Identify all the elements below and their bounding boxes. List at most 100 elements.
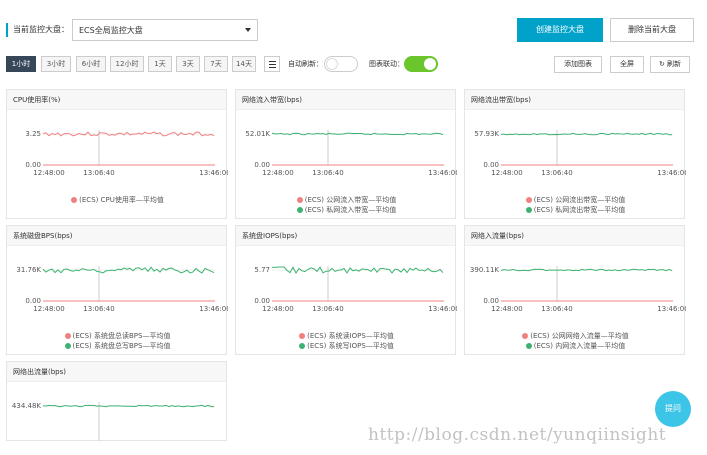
fullscreen-button[interactable]: 全屏 (610, 56, 644, 73)
x-tick-label: 13:06:40 (312, 169, 343, 177)
legend-label: (ECS) 私网流入带宽—平均值 (304, 206, 397, 214)
legend-dot-icon (296, 207, 303, 213)
line-chart: 57.93K 0.0012:48:00 13:06:40 13:46:00 (474, 130, 686, 177)
y-tick-zero: 0.00 (483, 297, 499, 305)
title-accent-bar (6, 23, 8, 37)
caret-down-icon (245, 28, 251, 32)
time-range-2[interactable]: 6小时 (76, 56, 106, 72)
legend-item[interactable]: (ECS) 系统读IOPS—平均值 (236, 331, 457, 341)
time-range-6[interactable]: 7天 (204, 56, 228, 72)
legend-item[interactable]: (ECS) 公网流入带宽—平均值 (236, 195, 457, 205)
chart-link-toggle[interactable] (404, 56, 438, 72)
legend-dot-icon (64, 333, 71, 339)
x-tick-label: 12:48:00 (33, 305, 64, 313)
legend-item[interactable]: (ECS) CPU使用率—平均值 (7, 195, 228, 205)
legend-label: (ECS) 内网流入流量—平均值 (533, 342, 626, 350)
line-chart: 31.76K 0.0012:48:00 13:06:40 13:46:00 (16, 266, 228, 313)
chart-legend: (ECS) 系统盘总读BPS—平均值 (ECS) 系统盘总写BPS—平均值 (7, 331, 228, 351)
legend-dot-icon (71, 197, 78, 203)
board-label: 当前监控大盘： (13, 25, 69, 34)
x-tick-label: 12:48:00 (491, 305, 522, 313)
chart-legend: (ECS) 公网流出带宽—平均值 (ECS) 私网流出带宽—平均值 (465, 195, 686, 215)
toggle-knob (326, 58, 338, 70)
y-tick-top: 390.11K (470, 266, 499, 274)
x-tick-label: 13:46:00 (657, 305, 686, 313)
line-chart: 3.25 0.0012:48:00 13:06:40 13:46:00 (25, 130, 228, 177)
refresh-button[interactable]: ↻ 刷新 (650, 56, 690, 73)
chart-legend: (ECS) 公网网络入流量—平均值 (ECS) 内网流入流量—平均值 (465, 331, 686, 351)
auto-refresh-label: 自动刷新： (288, 60, 323, 68)
time-range-1[interactable]: 3小时 (41, 56, 71, 72)
help-fab-button[interactable]: 提问 (655, 391, 691, 427)
legend-label: (ECS) 系统写IOPS—平均值 (307, 342, 394, 350)
add-chart-button[interactable]: 添加图表 (554, 56, 602, 73)
time-toolbar: 1小时 3小时 6小时 12小时 1天 3天 7天 14天 自动刷新： 图表联动： 添加图表 … (6, 56, 698, 74)
menu-icon[interactable] (264, 56, 280, 72)
y-tick-zero: 0.00 (483, 161, 499, 169)
legend-dot-icon (299, 333, 306, 339)
board-select-value: ECS全局监控大盘 (79, 26, 143, 35)
auto-refresh-toggle[interactable] (324, 56, 358, 72)
legend-item[interactable]: (ECS) 私网流出带宽—平均值 (465, 205, 686, 215)
legend-item[interactable]: (ECS) 系统写IOPS—平均值 (236, 341, 457, 351)
legend-dot-icon (525, 343, 532, 349)
x-tick-label: 12:48:00 (262, 305, 293, 313)
legend-label: (ECS) 公网流入带宽—平均值 (304, 196, 397, 204)
legend-label: (ECS) 公网网络入流量—平均值 (530, 332, 629, 340)
y-tick-top: 52.01K (245, 130, 270, 138)
chart-title: CPU使用率(%) (7, 90, 226, 110)
legend-dot-icon (522, 333, 529, 339)
series-line-top (42, 131, 215, 137)
legend-item[interactable]: (ECS) 公网流出带宽—平均值 (465, 195, 686, 205)
x-tick-label: 13:46:00 (657, 169, 686, 177)
y-tick-zero: 0.00 (254, 297, 270, 305)
time-range-7[interactable]: 14天 (232, 56, 256, 72)
chart-card: 网络流入带宽(bps) 52.01K 0.00 12:48:00 13:06:40 13:… (235, 89, 457, 219)
legend-item[interactable]: (ECS) 系统盘总读BPS—平均值 (7, 331, 228, 341)
board-select[interactable]: ECS全局监控大盘 (72, 19, 258, 41)
delete-board-button[interactable]: 删除当前大盘 (610, 18, 694, 42)
y-tick-top: 31.76K (16, 266, 41, 274)
legend-item[interactable]: (ECS) 公网网络入流量—平均值 (465, 331, 686, 341)
chart-card: 网络出流量(bps) 434.48K (6, 361, 227, 441)
x-tick-label: 13:06:40 (541, 169, 572, 177)
time-range-4[interactable]: 1天 (148, 56, 172, 72)
chart-title: 系统盘IOPS(bps) (236, 226, 455, 246)
x-tick-label: 13:46:00 (428, 305, 457, 313)
chart-card: CPU使用率(%) 3.25 0.00 12:48:00 13:06:40 13:46:0… (6, 89, 228, 219)
time-range-3[interactable]: 12小时 (110, 56, 144, 72)
time-range-0[interactable]: 1小时 (6, 56, 36, 72)
y-tick-top: 3.25 (25, 130, 41, 138)
chart-card: 系统磁盘BPS(bps) 31.76K 0.00 12:48:00 13:06:40 13… (6, 225, 228, 355)
x-tick-label: 13:06:40 (83, 305, 114, 313)
chart-card: 网络入流量(bps) 390.11K 0.00 12:48:00 13:06:40 13:… (464, 225, 686, 355)
line-chart: 434.48K (12, 402, 215, 441)
chart-legend: (ECS) 系统读IOPS—平均值 (ECS) 系统写IOPS—平均值 (236, 331, 457, 351)
x-tick-label: 13:46:00 (428, 169, 457, 177)
toggle-knob (424, 58, 436, 70)
legend-item[interactable]: (ECS) 私网流入带宽—平均值 (236, 205, 457, 215)
header-bar: 当前监控大盘： ECS全局监控大盘 创建监控大盘 删除当前大盘 (6, 18, 698, 44)
legend-label: (ECS) 系统读IOPS—平均值 (307, 332, 394, 340)
line-chart: 390.11K 0.0012:48:00 13:06:40 13:46:00 (470, 266, 686, 313)
legend-label: (ECS) 系统盘总读BPS—平均值 (72, 332, 171, 340)
series-line-top (42, 404, 215, 408)
y-tick-zero: 0.00 (25, 161, 41, 169)
legend-item[interactable]: (ECS) 系统盘总写BPS—平均值 (7, 341, 228, 351)
legend-label: (ECS) 私网流出带宽—平均值 (533, 206, 626, 214)
refresh-icon: ↻ (658, 60, 665, 68)
x-tick-label: 12:48:00 (33, 169, 64, 177)
legend-dot-icon (525, 207, 532, 213)
chart-title: 网络流入带宽(bps) (236, 90, 455, 110)
y-tick-zero: 0.00 (254, 161, 270, 169)
legend-item[interactable]: (ECS) 内网流入流量—平均值 (465, 341, 686, 351)
create-board-button[interactable]: 创建监控大盘 (517, 18, 603, 42)
chart-link-label: 图表联动： (369, 60, 404, 68)
x-tick-label: 13:06:40 (541, 305, 572, 313)
y-tick-top: 434.48K (12, 402, 41, 410)
legend-label: (ECS) 公网流出带宽—平均值 (533, 196, 626, 204)
chart-card: 网络流出带宽(bps) 57.93K 0.00 12:48:00 13:06:40 13:… (464, 89, 686, 219)
line-chart: 52.01K 0.0012:48:00 13:06:40 13:46:00 (245, 130, 457, 177)
time-range-5[interactable]: 3天 (176, 56, 200, 72)
chart-card: 系统盘IOPS(bps) 5.77 0.00 12:48:00 13:06:40 13:4… (235, 225, 457, 355)
